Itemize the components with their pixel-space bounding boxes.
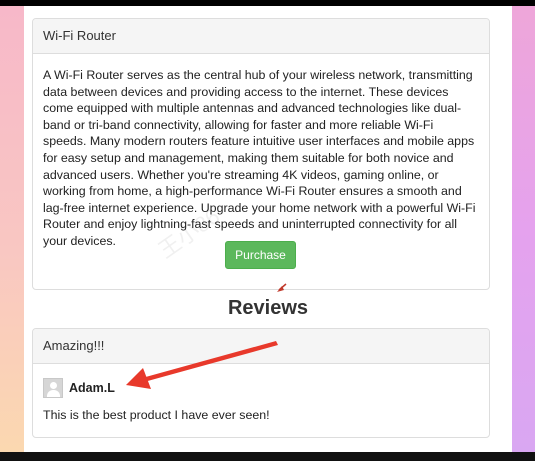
- user-avatar-icon: [43, 378, 63, 398]
- product-title: Wi-Fi Router: [33, 19, 489, 54]
- background-right-gradient: [512, 6, 535, 452]
- review-card: Amazing!!! Adam.L This is the best produ…: [32, 328, 490, 438]
- purchase-button[interactable]: Purchase: [225, 241, 296, 269]
- product-page: Wi-Fi Router A Wi-Fi Router serves as th…: [24, 6, 512, 452]
- product-description: A Wi-Fi Router serves as the central hub…: [43, 68, 476, 248]
- review-author: Adam.L: [69, 381, 115, 395]
- review-body: Adam.L This is the best product I have e…: [33, 364, 489, 434]
- product-panel: Wi-Fi Router A Wi-Fi Router serves as th…: [32, 18, 490, 290]
- review-text: This is the best product I have ever see…: [43, 408, 270, 422]
- review-title: Amazing!!!: [33, 329, 489, 364]
- background-left-gradient: [0, 6, 24, 452]
- review-author-row: Adam.L: [43, 376, 479, 400]
- bottom-bar: [0, 452, 535, 461]
- reviews-heading: Reviews: [227, 297, 309, 319]
